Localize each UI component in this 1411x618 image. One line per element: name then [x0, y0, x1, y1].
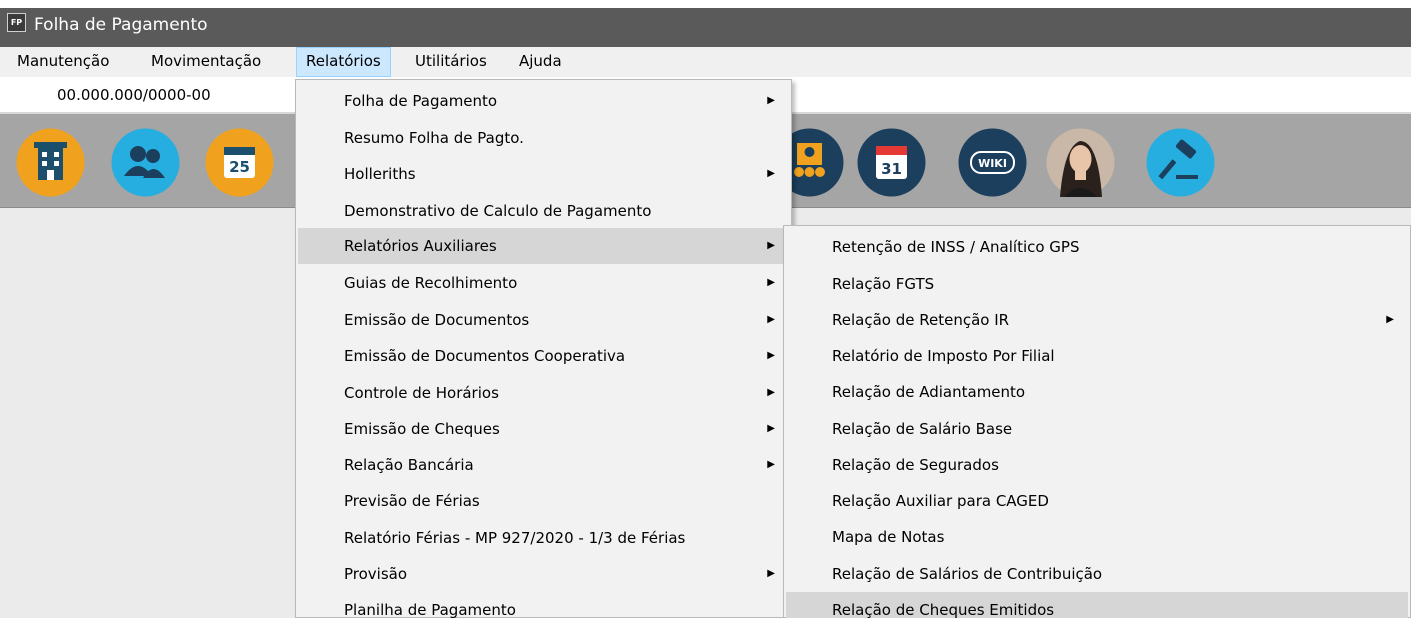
- submenu-item-retencao-ir[interactable]: Relação de Retenção IR ▶: [786, 302, 1408, 338]
- window-title: Folha de Pagamento: [34, 15, 208, 35]
- menu-manutencao[interactable]: Manutenção: [8, 47, 118, 77]
- menu-item-relacao-bancaria[interactable]: Relação Bancária ▶: [298, 447, 789, 483]
- titlebar-background: [0, 8, 1411, 47]
- svg-text:WIKI: WIKI: [978, 157, 1007, 170]
- menubar: Manutenção Movimentação Relatórios Utili…: [0, 47, 1411, 77]
- menu-item-provisao[interactable]: Provisão ▶: [298, 556, 789, 592]
- submenu-item-relacao-fgts[interactable]: Relação FGTS: [786, 266, 1408, 302]
- menu-movimentacao[interactable]: Movimentação: [142, 47, 270, 77]
- submenu-arrow-icon: ▶: [767, 277, 775, 288]
- submenu-arrow-icon: ▶: [767, 423, 775, 434]
- menu-ajuda[interactable]: Ajuda: [510, 47, 571, 77]
- wiki-icon[interactable]: WIKI: [958, 128, 1027, 197]
- calendar-31-icon[interactable]: 31: [857, 128, 926, 197]
- menu-utilitarios[interactable]: Utilitários: [406, 47, 496, 77]
- svg-text:25: 25: [229, 158, 250, 176]
- submenu-arrow-icon: ▶: [767, 240, 775, 251]
- submenu-arrow-icon: ▶: [767, 314, 775, 325]
- menu-item-demonstrativo-calculo[interactable]: Demonstrativo de Calculo de Pagamento: [298, 193, 789, 229]
- menu-item-emissao-documentos[interactable]: Emissão de Documentos ▶: [298, 302, 789, 338]
- submenu-item-imposto-por-filial[interactable]: Relatório de Imposto Por Filial: [786, 338, 1408, 374]
- submenu-arrow-icon: ▶: [767, 568, 775, 579]
- submenu-item-cheques-emitidos[interactable]: Relação de Cheques Emitidos: [786, 592, 1408, 618]
- calendar-25-icon[interactable]: 25: [205, 128, 274, 197]
- window-titlebar: FP Folha de Pagamento: [0, 0, 1411, 47]
- submenu-item-salarios-contribuicao[interactable]: Relação de Salários de Contribuição: [786, 556, 1408, 592]
- gavel-icon[interactable]: [1146, 128, 1215, 197]
- assistant-avatar-icon[interactable]: [1046, 128, 1115, 197]
- menu-item-folha-de-pagamento[interactable]: Folha de Pagamento ▶: [298, 83, 789, 119]
- submenu-item-auxiliar-caged[interactable]: Relação Auxiliar para CAGED: [786, 483, 1408, 519]
- menu-item-emissao-cheques[interactable]: Emissão de Cheques ▶: [298, 411, 789, 447]
- submenu-arrow-icon: ▶: [767, 95, 775, 106]
- submenu-arrow-icon: ▶: [767, 387, 775, 398]
- company-icon[interactable]: [16, 128, 85, 197]
- relatorios-menu: Folha de Pagamento ▶ Resumo Folha de Pagt…: [295, 79, 792, 618]
- submenu-item-retencao-inss[interactable]: Retenção de INSS / Analítico GPS: [786, 229, 1408, 265]
- submenu-arrow-icon: ▶: [767, 350, 775, 361]
- menu-relatorios[interactable]: Relatórios: [296, 47, 391, 77]
- submenu-item-relacao-adiantamento[interactable]: Relação de Adiantamento: [786, 374, 1408, 410]
- submenu-item-relacao-segurados[interactable]: Relação de Segurados: [786, 447, 1408, 483]
- menu-item-controle-horarios[interactable]: Controle de Horários ▶: [298, 375, 789, 411]
- app-icon[interactable]: FP: [7, 13, 26, 32]
- relatorios-auxiliares-submenu: Retenção de INSS / Analítico GPS Relação…: [783, 225, 1411, 618]
- menu-item-emissao-documentos-cooperativa[interactable]: Emissão de Documentos Cooperativa ▶: [298, 338, 789, 374]
- employees-icon[interactable]: [111, 128, 180, 197]
- submenu-arrow-icon: ▶: [1386, 314, 1394, 325]
- menu-item-previsao-ferias[interactable]: Previsão de Férias: [298, 483, 789, 519]
- company-cnpj: 00.000.000/0000-00: [57, 86, 211, 104]
- menu-item-planilha-pagamento[interactable]: Planilha de Pagamento: [298, 592, 789, 618]
- menu-item-resumo-folha[interactable]: Resumo Folha de Pagto.: [298, 120, 789, 156]
- svg-text:31: 31: [881, 160, 902, 178]
- menu-item-guias-recolhimento[interactable]: Guias de Recolhimento ▶: [298, 265, 789, 301]
- menu-item-holleriths[interactable]: Holleriths ▶: [298, 156, 789, 192]
- menu-item-relatorio-ferias-mp927[interactable]: Relatório Férias - MP 927/2020 - 1/3 de …: [298, 520, 789, 556]
- submenu-item-salario-base[interactable]: Relação de Salário Base: [786, 411, 1408, 447]
- submenu-item-mapa-notas[interactable]: Mapa de Notas: [786, 519, 1408, 555]
- menu-item-relatorios-auxiliares[interactable]: Relatórios Auxiliares ▶: [298, 228, 789, 264]
- submenu-arrow-icon: ▶: [767, 459, 775, 470]
- submenu-arrow-icon: ▶: [767, 168, 775, 179]
